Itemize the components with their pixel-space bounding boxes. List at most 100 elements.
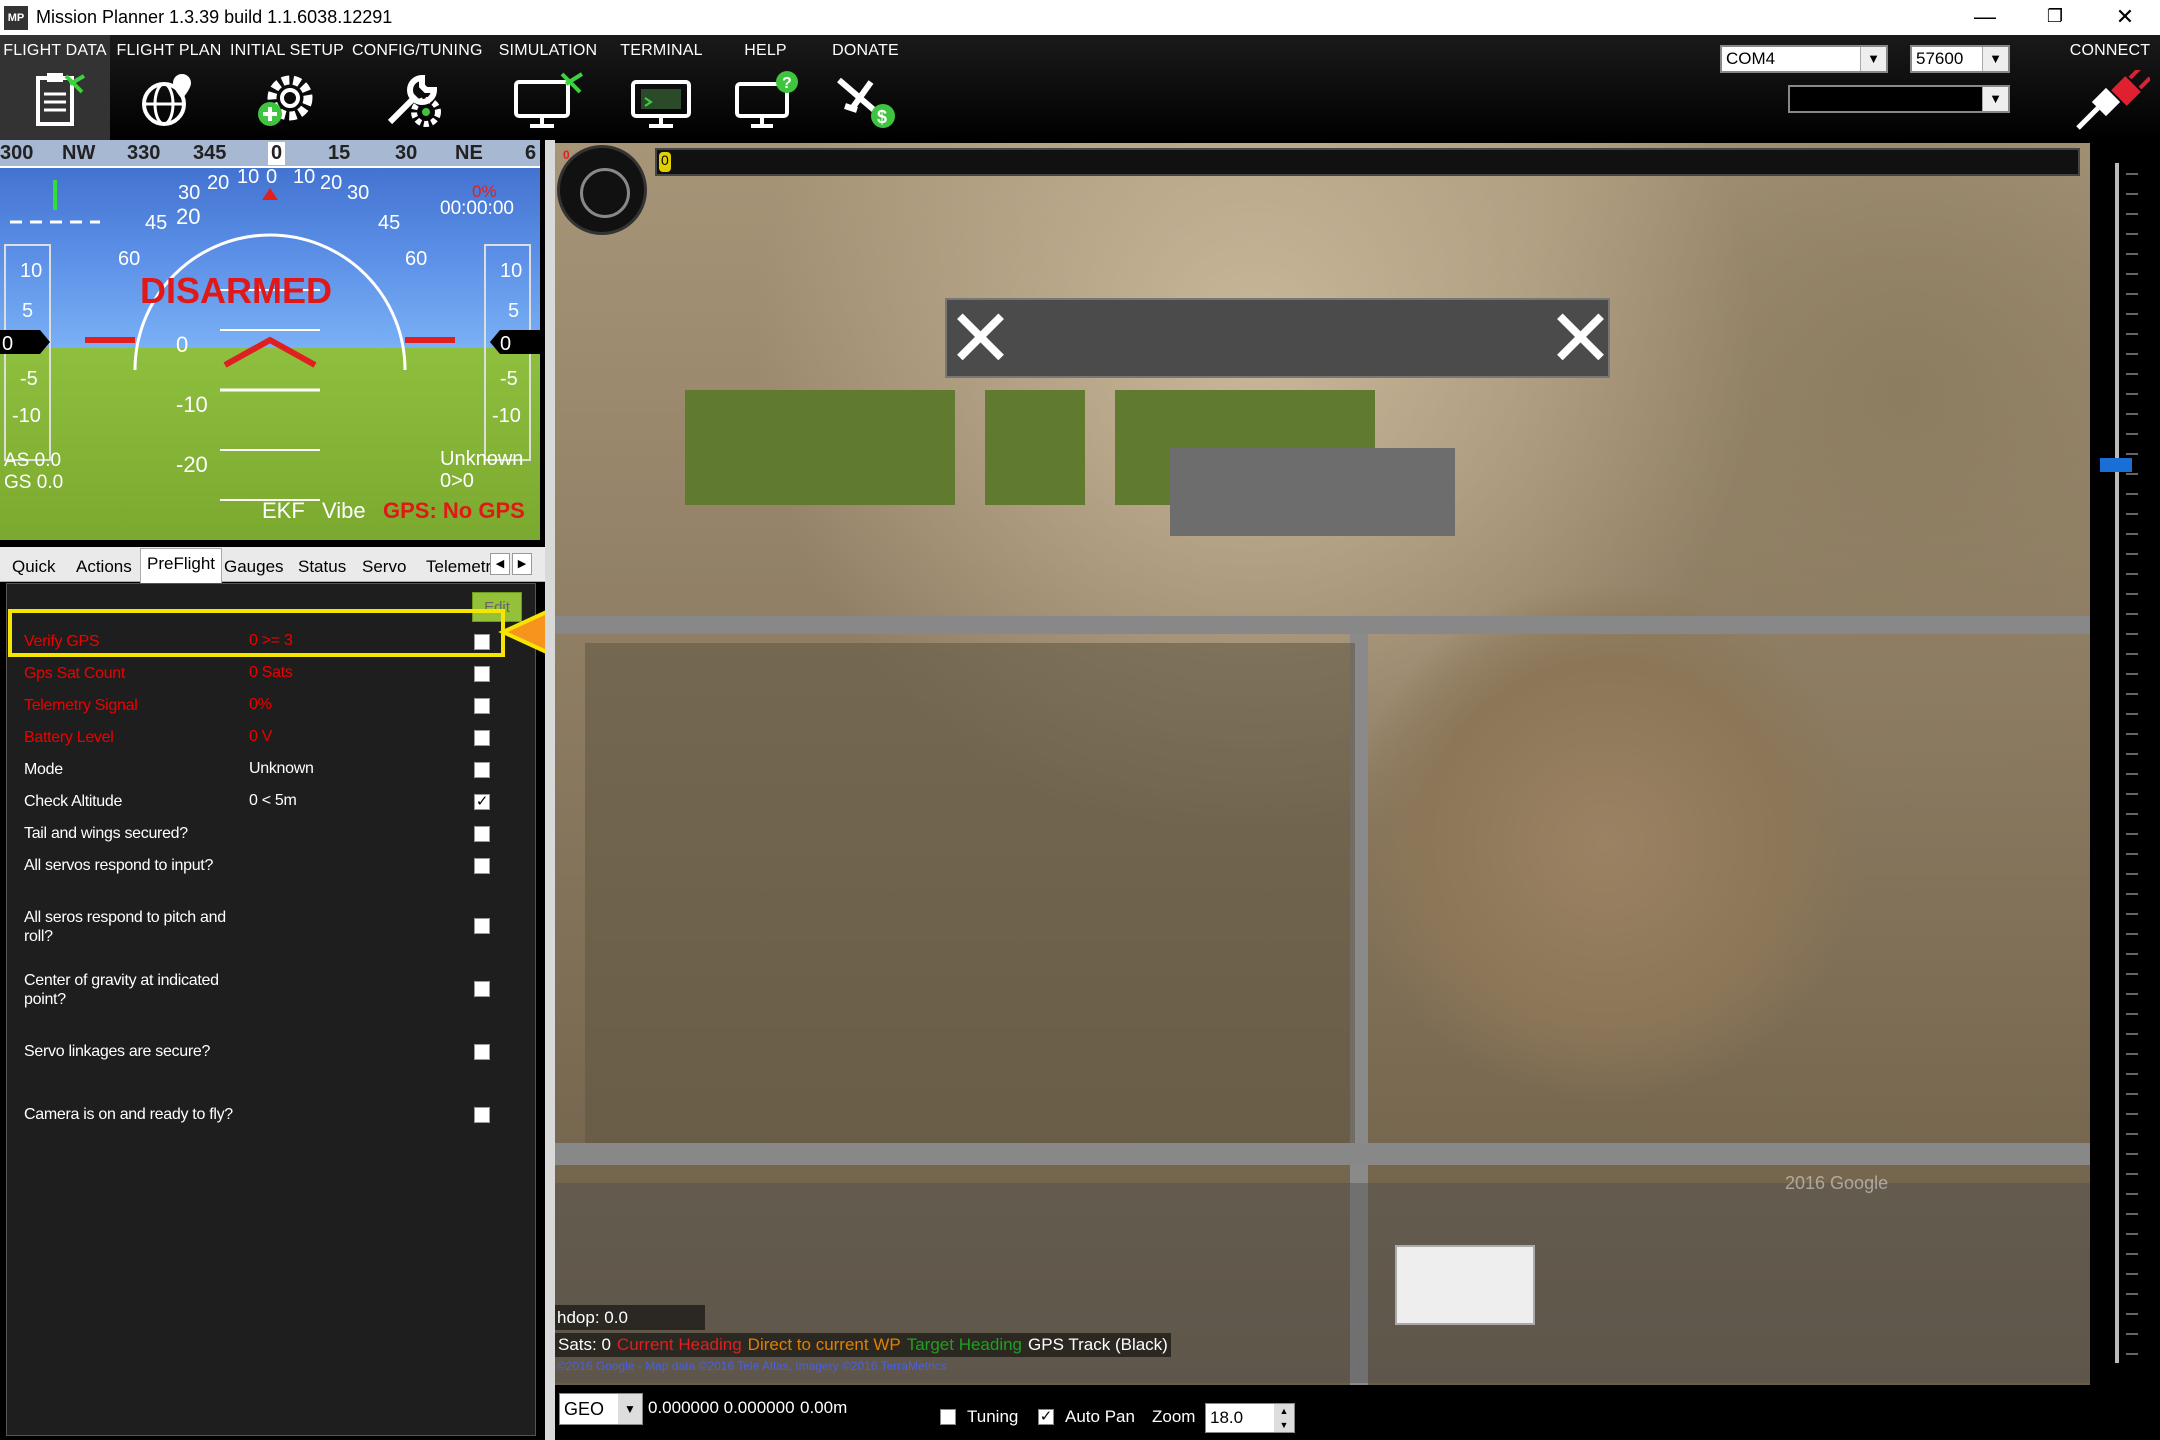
app-icon: MP <box>4 5 28 30</box>
checklist-checkbox[interactable] <box>474 981 490 997</box>
altitude-slider[interactable] <box>2090 143 2160 1385</box>
checklist-checkbox[interactable] <box>474 666 490 682</box>
autopan-label: Auto Pan <box>1065 1407 1135 1426</box>
runway-x-mark-icon: ✕ <box>1547 294 1615 383</box>
checklist-checkbox[interactable] <box>474 858 490 874</box>
checklist-checkbox[interactable] <box>474 1044 490 1060</box>
menu-help[interactable]: HELP ? <box>718 35 813 140</box>
checklist-description: Servo linkages are secure? <box>24 1043 211 1060</box>
monitor-terminal-icon <box>630 80 691 128</box>
zoom-spinner-icon[interactable]: ▲ ▼ <box>1274 1404 1294 1432</box>
plug-icon <box>2076 70 2150 130</box>
airspeed-readout: AS 0.0 <box>4 450 62 471</box>
menu-label: TERMINAL <box>620 42 703 59</box>
menu-flight-plan[interactable]: FLIGHT PLAN <box>115 35 223 140</box>
tab-status[interactable]: Status <box>292 552 352 582</box>
tab-telemetry[interactable]: Telemetr <box>420 552 497 582</box>
menu-flight-data[interactable]: FLIGHT DATA <box>0 35 110 140</box>
slider-tick <box>2126 673 2138 675</box>
pitch-label: 20 <box>176 204 201 229</box>
close-button[interactable]: ✕ <box>2090 0 2160 35</box>
menu-config-tuning[interactable]: CONFIG/TUNING <box>352 35 483 140</box>
slider-tick <box>2126 233 2138 235</box>
tab-strip: Quick Actions PreFlight Gauges Status Se… <box>0 547 545 583</box>
coord-system-select[interactable]: GEO ▼ <box>559 1393 643 1425</box>
checklist-checkbox[interactable] <box>474 698 490 714</box>
tab-servo[interactable]: Servo <box>356 552 412 582</box>
checklist-checkbox[interactable] <box>474 826 490 842</box>
checklist-description: All seros respond to pitch and roll? <box>24 909 226 945</box>
checklist-description: Tail and wings secured? <box>24 825 188 842</box>
checklist-checkbox[interactable] <box>474 918 490 934</box>
menu-simulation[interactable]: SIMULATION <box>493 35 603 140</box>
progress-value: 0 <box>661 152 669 168</box>
vibe-status[interactable]: Vibe <box>322 498 366 524</box>
slider-tick <box>2126 813 2138 815</box>
map-watermark: 2016 Google <box>1785 1173 1889 1193</box>
checklist-checkbox[interactable] <box>474 730 490 746</box>
connect-label: CONNECT <box>2069 42 2151 59</box>
checklist-checkbox[interactable] <box>474 762 490 778</box>
menu-donate[interactable]: DONATE $ <box>818 35 913 140</box>
checklist-value: 0% <box>249 696 272 713</box>
checklist-description: Check Altitude <box>24 793 123 810</box>
roll-label: 45 <box>378 212 401 234</box>
slider-tick <box>2126 313 2138 315</box>
monitor-plane-icon <box>514 72 584 128</box>
menu-initial-setup[interactable]: INITIAL SETUP <box>228 35 346 140</box>
slider-tick <box>2126 913 2138 915</box>
map-runway: ✕ ✕ <box>945 294 1614 383</box>
menu-terminal[interactable]: TERMINAL <box>614 35 709 140</box>
slider-track <box>2115 163 2119 1363</box>
slider-tick <box>2126 1013 2138 1015</box>
tab-actions[interactable]: Actions <box>70 552 138 582</box>
map-parking-lot <box>1170 448 1455 536</box>
tab-gauges[interactable]: Gauges <box>218 552 290 582</box>
connect-button[interactable]: CONNECT <box>2060 35 2160 140</box>
roll-label: 10 <box>293 166 316 188</box>
map-view[interactable]: ✕ ✕ 2016 Google 0 0 hdop: 0.0 Sats: 0 Cu… <box>555 143 2090 1385</box>
tuning-checkbox[interactable] <box>940 1409 956 1425</box>
baud-select[interactable]: 57600 ▼ <box>1910 45 2010 73</box>
flight-mode: Unknown <box>440 448 524 470</box>
menu-label: HELP <box>744 42 787 59</box>
ekf-status[interactable]: EKF <box>262 498 305 524</box>
mission-progress-bar[interactable]: 0 <box>655 148 2080 176</box>
checklist-checkbox[interactable]: ✓ <box>474 794 490 810</box>
autopan-checkbox[interactable]: ✓ <box>1038 1409 1054 1425</box>
roll-label: 10 <box>237 166 260 188</box>
zoom-stepper[interactable]: 18.0 ▲ ▼ <box>1205 1403 1295 1433</box>
gear-plus-icon <box>258 75 313 126</box>
window-title: Mission Planner 1.3.39 build 1.1.6038.12… <box>36 7 393 27</box>
camera-readout: 0 <box>563 148 570 162</box>
menu-label: CONFIG/TUNING <box>352 42 483 59</box>
chevron-down-icon: ▼ <box>1982 47 2008 71</box>
slider-tick <box>2126 873 2138 875</box>
globe-pin-icon <box>142 74 191 126</box>
profile-select[interactable]: ▼ <box>1788 85 2010 113</box>
legend-direct-wp: Direct to current WP <box>747 1335 901 1354</box>
roll-label: 30 <box>178 182 201 204</box>
plane-dollar-icon: $ <box>836 77 895 128</box>
panel-splitter[interactable] <box>545 140 555 1440</box>
minimize-button[interactable]: — <box>1950 0 2020 35</box>
waypoint-readout: 0>0 <box>440 470 474 492</box>
slider-tick <box>2126 253 2138 255</box>
checklist-checkbox[interactable] <box>474 1107 490 1123</box>
slider-tick <box>2126 853 2138 855</box>
gps-status[interactable]: GPS: No GPS <box>383 498 525 524</box>
slider-tick <box>2126 573 2138 575</box>
scale-label: 5 <box>22 300 34 322</box>
slider-tick <box>2126 593 2138 595</box>
tab-preflight[interactable]: PreFlight <box>140 548 223 583</box>
tab-quick[interactable]: Quick <box>6 552 61 582</box>
restore-button[interactable]: ❐ <box>2020 0 2090 35</box>
tuning-label: Tuning <box>967 1407 1019 1426</box>
slider-tick <box>2126 713 2138 715</box>
camera-gimbal-widget[interactable]: 0 <box>557 145 647 235</box>
slider-tick <box>2126 293 2138 295</box>
port-select[interactable]: COM4 ▼ <box>1720 45 1888 73</box>
groundspeed-readout: GS 0.0 <box>4 472 64 493</box>
slider-thumb[interactable] <box>2100 458 2132 472</box>
map-legend: Sats: 0 Current Heading Direct to curren… <box>555 1333 1171 1357</box>
